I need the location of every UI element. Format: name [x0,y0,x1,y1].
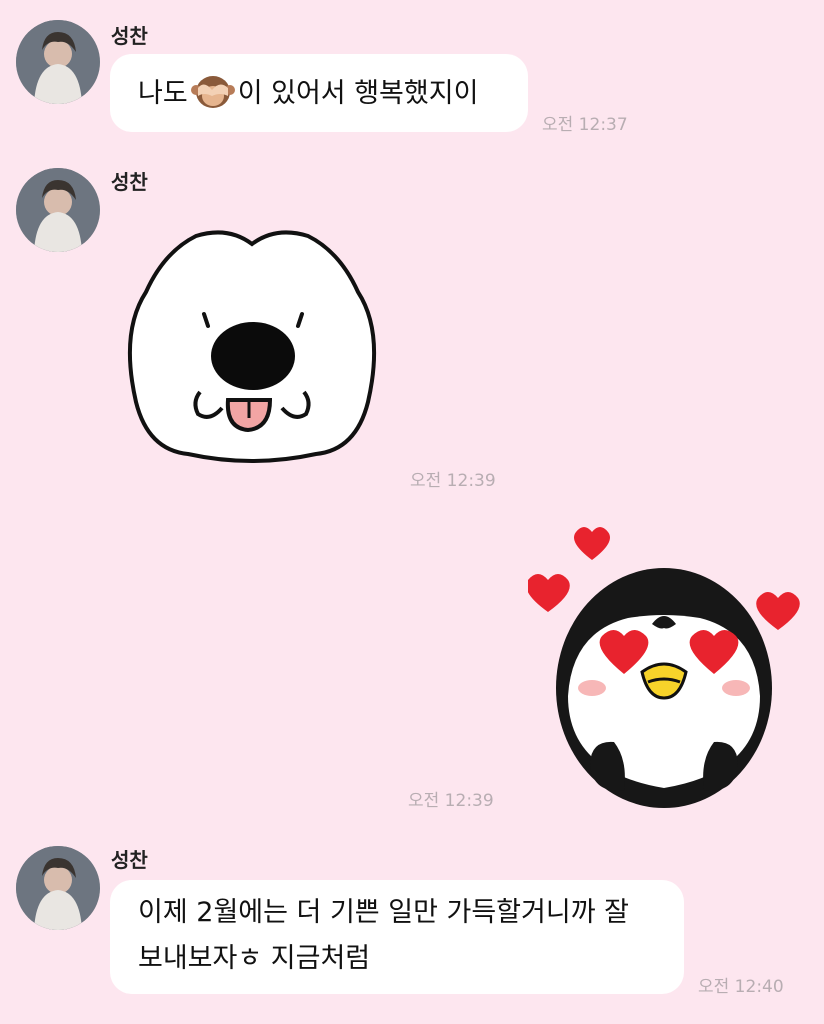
message-bubble[interactable]: 이제 2월에는 더 기쁜 일만 가득할거니까 잘 보내보자ㅎ 지금처럼 [110,880,684,994]
sender-name: 성찬 [111,24,148,48]
message-bubble[interactable]: 나도 이 있어서 행복했지이 [110,54,528,132]
see-no-evil-monkey-icon [190,70,236,110]
white-puppy-tongue-sticker[interactable] [116,222,388,466]
avatar[interactable] [16,846,100,930]
sender-name: 성찬 [111,170,148,194]
message-text: 나도 [138,78,188,109]
timestamp: 오전 12:39 [408,791,494,811]
timestamp: 오전 12:39 [410,471,496,491]
avatar[interactable] [16,168,100,252]
message-text-line: 이제 2월에는 더 기쁜 일만 가득할거니까 잘 [138,897,629,928]
penguin-heart-eyes-sticker[interactable] [526,520,800,810]
message-text-line: 보내보자ㅎ 지금처럼 [138,943,371,974]
timestamp: 오전 12:40 [698,977,784,997]
message-text-suffix: 이 있어서 행복했지이 [237,78,479,109]
avatar[interactable] [16,20,100,104]
timestamp: 오전 12:37 [542,115,628,135]
sender-name: 성찬 [111,848,148,872]
